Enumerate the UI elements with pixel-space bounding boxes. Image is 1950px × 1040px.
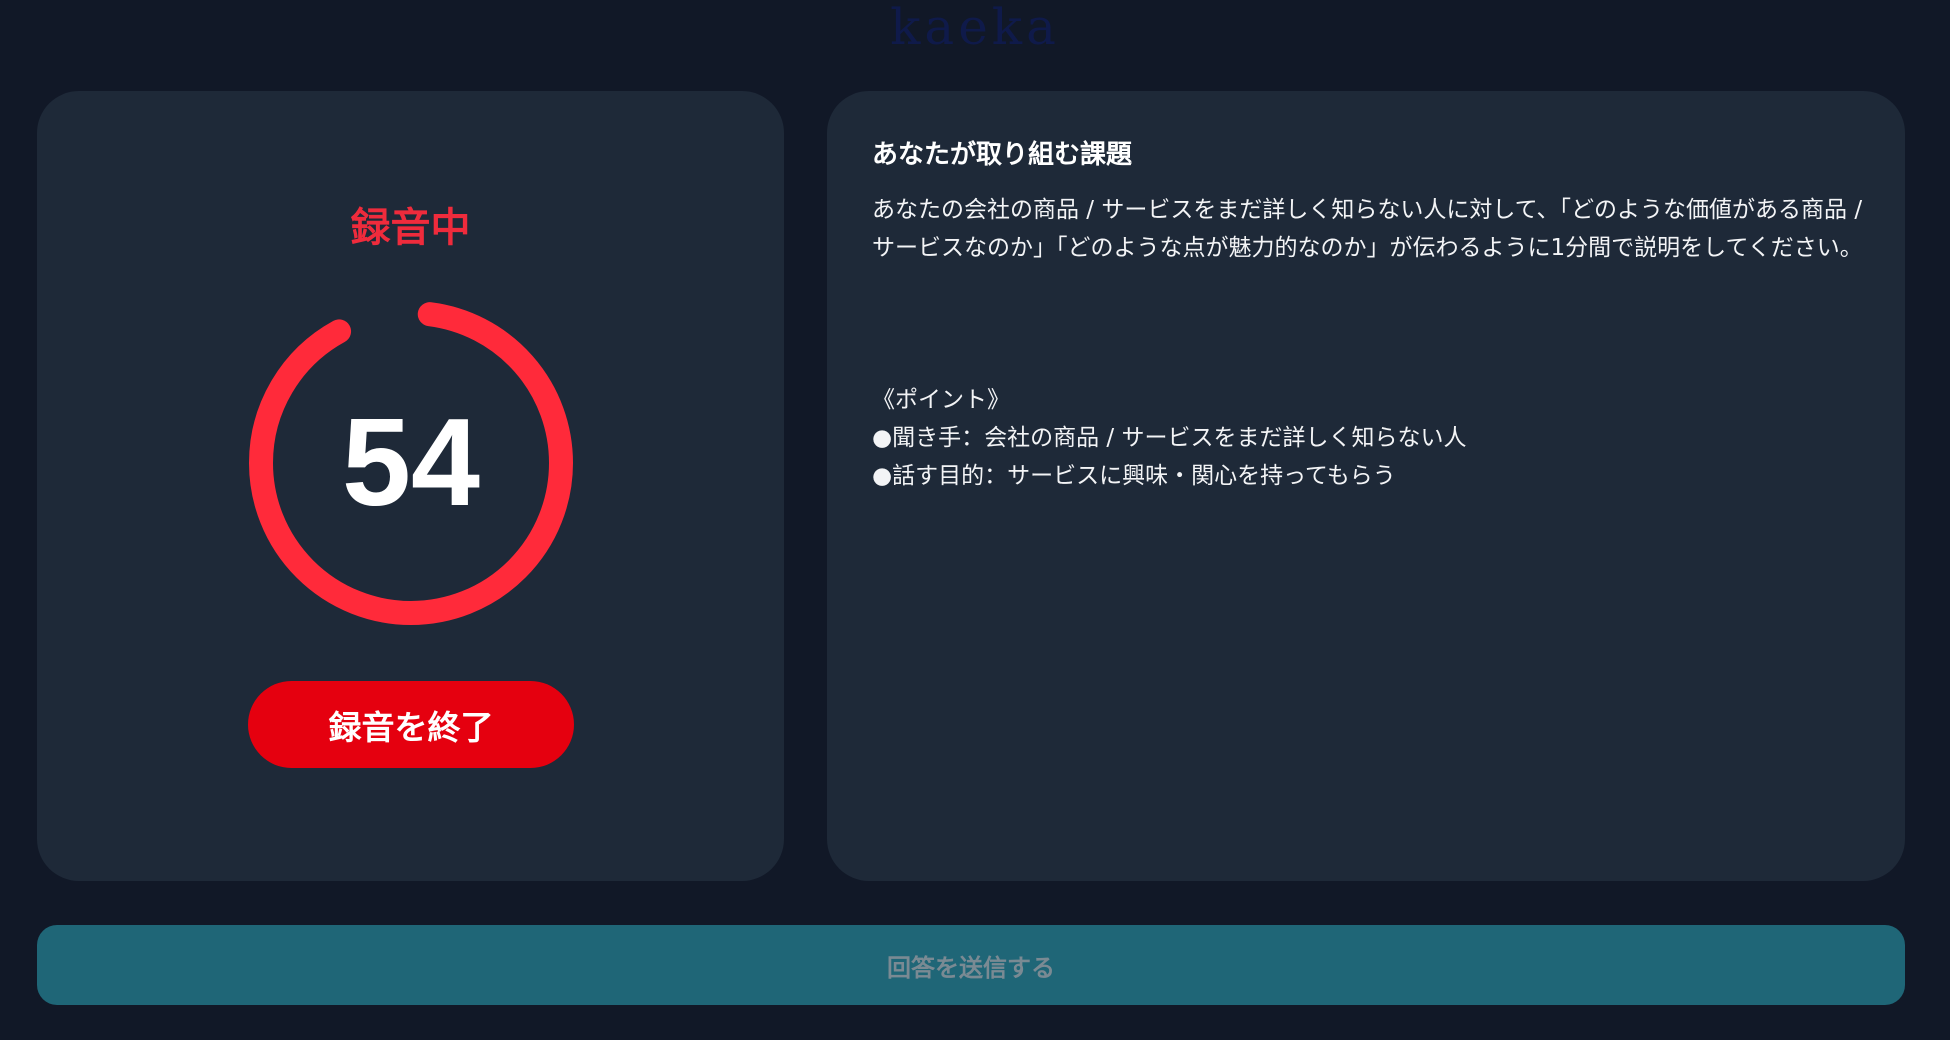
task-title: あなたが取り組む課題 (872, 140, 1133, 170)
task-panel: あなたが取り組む課題 あなたの会社の商品 / サービスをまだ詳しく知らない人に対… (827, 91, 1905, 881)
stop-recording-button[interactable]: 録音を終了 (248, 681, 574, 768)
point-item-purpose: ●話す目的：サービスに興味・関心を持ってもらう (872, 463, 1396, 489)
task-description: あなたの会社の商品 / サービスをまだ詳しく知らない人に対して、「どのような価値… (872, 197, 1863, 261)
recording-panel: 録音中 54 録音を終了 (37, 91, 784, 881)
points-heading: 《ポイント》 (872, 387, 1010, 413)
submit-answer-button[interactable]: 回答を送信する (37, 925, 1905, 1005)
point-item-listener: ●聞き手：会社の商品 / サービスをまだ詳しく知らない人 (872, 425, 1467, 451)
task-points: 《ポイント》 ●聞き手：会社の商品 / サービスをまだ詳しく知らない人 ●話す目… (872, 381, 1872, 495)
brand-logo: kaeka (890, 0, 1060, 54)
recording-status: 録音中 (350, 205, 471, 251)
countdown-seconds: 54 (342, 394, 480, 532)
